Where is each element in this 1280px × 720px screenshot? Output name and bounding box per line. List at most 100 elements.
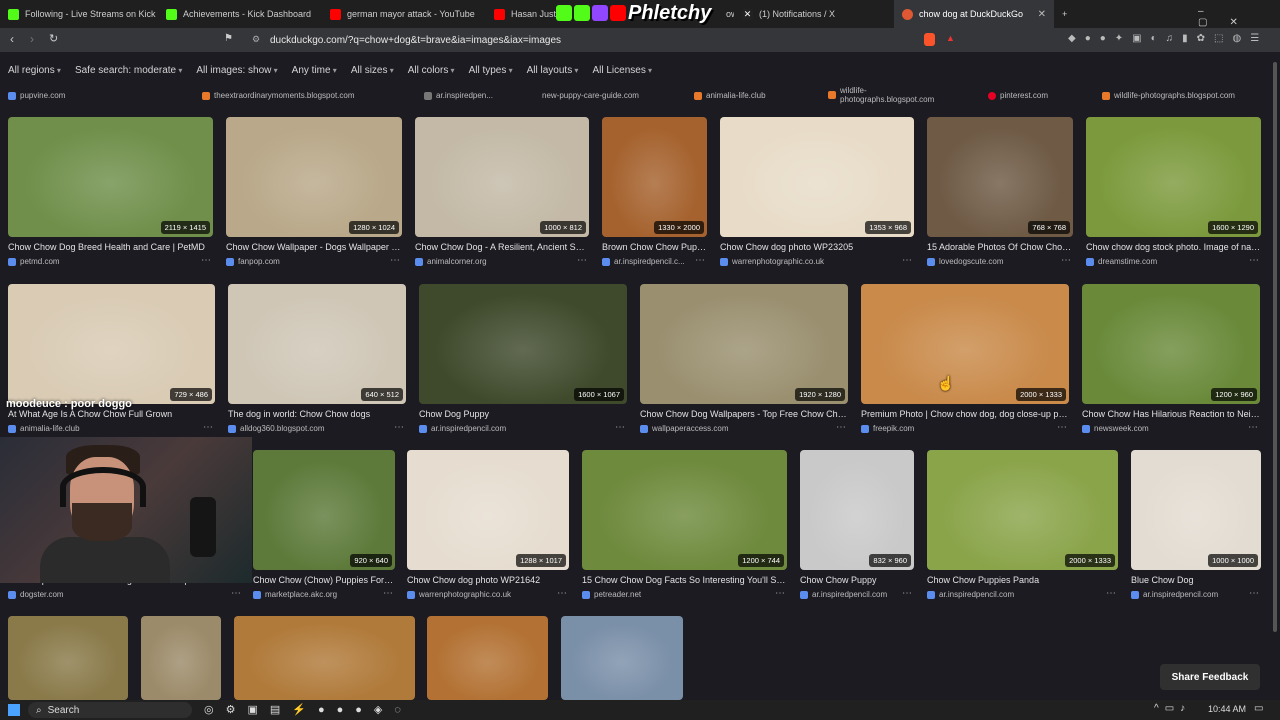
- result-thumbnail[interactable]: 832 × 960: [800, 450, 914, 570]
- more-options-icon[interactable]: ⋯: [615, 422, 625, 433]
- result-source[interactable]: alldog360.blogspot.com: [228, 424, 325, 433]
- result-source[interactable]: lovedogscute.com: [927, 257, 1003, 266]
- source-link[interactable]: theextraordinarymoments.blogspot.com: [202, 91, 355, 100]
- window-controls[interactable]: –▢✕: [1198, 6, 1280, 28]
- tab-kick-achievements[interactable]: Achievements - Kick Dashboard: [158, 0, 322, 28]
- close-tab-icon[interactable]: ✕: [1038, 9, 1046, 20]
- result-thumbnail[interactable]: 1600 × 1290: [1086, 117, 1261, 237]
- result-thumbnail[interactable]: 1330 × 2000: [602, 117, 707, 237]
- result-title[interactable]: Chow Chow Dog Wallpapers - Top Free Chow…: [640, 409, 848, 419]
- result-thumbnail[interactable]: 920 × 640: [253, 450, 395, 570]
- result-source[interactable]: dreamstime.com: [1086, 257, 1157, 266]
- source-link[interactable]: new-puppy-care-guide.com: [542, 91, 639, 100]
- site-info-icon[interactable]: ⚙: [252, 34, 260, 45]
- source-link[interactable]: pinterest.com: [988, 91, 1048, 100]
- taskbar-search[interactable]: ⌕ Search: [28, 702, 192, 718]
- result-thumbnail[interactable]: 1353 × 968: [720, 117, 914, 237]
- scrollbar-thumb[interactable]: [1273, 62, 1277, 632]
- brave-shields-icon[interactable]: [924, 33, 935, 46]
- address-bar[interactable]: ⚙ duckduckgo.com/?q=chow+dog&t=brave&ia=…: [246, 31, 966, 49]
- filter-region[interactable]: All regions: [8, 65, 61, 76]
- windows-start-icon[interactable]: [8, 704, 20, 716]
- result-title[interactable]: The dog in world: Chow Chow dogs: [228, 409, 406, 419]
- filter-images[interactable]: All images: show: [196, 65, 277, 76]
- result-title[interactable]: Brown Chow Chow Pupp...: [602, 242, 707, 252]
- result-title[interactable]: Chow Dog Puppy: [419, 409, 627, 419]
- tab-youtube-1[interactable]: german mayor attack - YouTube: [322, 0, 486, 28]
- result-thumbnail[interactable]: 1280 × 1024: [226, 117, 402, 237]
- tab-youtube-2[interactable]: Hasan Just: [486, 0, 556, 28]
- scrollbar[interactable]: [1272, 52, 1278, 692]
- result-title[interactable]: Chow chow dog stock photo. Image of nat.…: [1086, 242, 1261, 252]
- result-thumbnail[interactable]: 1200 × 744: [582, 450, 787, 570]
- result-source[interactable]: freepik.com: [861, 424, 914, 433]
- more-options-icon[interactable]: ⋯: [695, 255, 705, 266]
- more-options-icon[interactable]: ⋯: [1106, 588, 1116, 599]
- result-thumbnail[interactable]: [561, 616, 683, 700]
- result-source[interactable]: fanpop.com: [226, 257, 280, 266]
- more-options-icon[interactable]: ⋯: [1249, 255, 1259, 266]
- result-thumbnail[interactable]: 1000 × 812: [415, 117, 589, 237]
- result-thumbnail[interactable]: [427, 616, 548, 700]
- more-options-icon[interactable]: ⋯: [201, 255, 211, 266]
- system-tray[interactable]: ^▭♪: [1154, 703, 1191, 714]
- result-source[interactable]: newsweek.com: [1082, 424, 1149, 433]
- result-title[interactable]: Chow Chow dog photo WP23205: [720, 242, 914, 252]
- extensions-area[interactable]: ◆●●✦▣◐♫▮✿⬚◍☰: [1068, 33, 1268, 44]
- filter-color[interactable]: All colors: [408, 65, 455, 76]
- result-thumbnail[interactable]: 1288 × 1017: [407, 450, 569, 570]
- result-source[interactable]: ar.inspiredpencil.com: [419, 424, 506, 433]
- result-source[interactable]: dogster.com: [8, 590, 64, 599]
- result-title[interactable]: Blue Chow Dog: [1131, 575, 1261, 585]
- tab-x-notifications[interactable]: ✕ (1) Notifications / X: [734, 0, 894, 28]
- result-title[interactable]: Chow Chow Wallpaper - Dogs Wallpaper (1.…: [226, 242, 402, 252]
- result-source[interactable]: ar.inspiredpencil.c...: [602, 257, 685, 266]
- filter-safe-search[interactable]: Safe search: moderate: [75, 65, 182, 76]
- result-source[interactable]: petreader.net: [582, 590, 641, 599]
- result-title[interactable]: 15 Adorable Photos Of Chow Chow...: [927, 242, 1073, 252]
- result-thumbnail[interactable]: [234, 616, 415, 700]
- more-options-icon[interactable]: ⋯: [203, 422, 213, 433]
- more-options-icon[interactable]: ⋯: [231, 588, 241, 599]
- result-title[interactable]: Premium Photo | Chow chow dog, dog close…: [861, 409, 1069, 419]
- more-options-icon[interactable]: ⋯: [1249, 588, 1259, 599]
- brave-rewards-icon[interactable]: ▲: [946, 33, 955, 43]
- tab-duckduckgo[interactable]: chow dog at DuckDuckGo ✕: [894, 0, 1054, 28]
- back-icon[interactable]: ‹: [10, 32, 14, 46]
- filter-license[interactable]: All Licenses: [592, 65, 652, 76]
- result-title[interactable]: Chow Chow Has Hilarious Reaction to Neig…: [1082, 409, 1260, 419]
- result-source[interactable]: ar.inspiredpencil.com: [927, 590, 1014, 599]
- share-feedback-button[interactable]: Share Feedback: [1160, 664, 1260, 690]
- more-options-icon[interactable]: ⋯: [775, 588, 785, 599]
- new-tab-button[interactable]: +: [1054, 0, 1078, 28]
- more-options-icon[interactable]: ⋯: [836, 422, 846, 433]
- result-source[interactable]: ar.inspiredpencil.com: [800, 590, 887, 599]
- result-source[interactable]: marketplace.akc.org: [253, 590, 337, 599]
- result-title[interactable]: Chow Chow Dog - A Resilient, Ancient Spi…: [415, 242, 589, 252]
- forward-icon[interactable]: ›: [30, 32, 34, 46]
- source-link[interactable]: animalia-life.club: [694, 91, 766, 100]
- source-link[interactable]: wildlife-photographs.blogspot.com: [1102, 91, 1235, 100]
- result-source[interactable]: warrenphotographic.co.uk: [407, 590, 511, 599]
- result-source[interactable]: wallpaperaccess.com: [640, 424, 728, 433]
- more-options-icon[interactable]: ⋯: [390, 255, 400, 266]
- result-source[interactable]: warrenphotographic.co.uk: [720, 257, 824, 266]
- notifications-icon[interactable]: ▭: [1254, 703, 1263, 714]
- result-thumbnail[interactable]: 729 × 486: [8, 284, 215, 404]
- source-link[interactable]: pupvine.com: [8, 91, 65, 100]
- result-title[interactable]: Chow Chow Puppy: [800, 575, 914, 585]
- result-source[interactable]: ar.inspiredpencil.com: [1131, 590, 1218, 599]
- more-options-icon[interactable]: ⋯: [1057, 422, 1067, 433]
- result-title[interactable]: Chow Chow Puppies Panda: [927, 575, 1118, 585]
- more-options-icon[interactable]: ⋯: [383, 588, 393, 599]
- result-thumbnail[interactable]: 2119 × 1415: [8, 117, 213, 237]
- taskbar-apps[interactable]: ◎⚙▣▤⚡●●●◈◌: [204, 703, 413, 716]
- result-title[interactable]: Chow Chow Dog Breed Health and Care | Pe…: [8, 242, 213, 252]
- more-options-icon[interactable]: ⋯: [902, 255, 912, 266]
- result-thumbnail[interactable]: [8, 616, 128, 700]
- bookmark-icon[interactable]: ⚑: [224, 33, 233, 44]
- result-thumbnail[interactable]: 2000 × 1333: [927, 450, 1118, 570]
- more-options-icon[interactable]: ⋯: [1248, 422, 1258, 433]
- result-thumbnail[interactable]: 768 × 768: [927, 117, 1073, 237]
- result-thumbnail[interactable]: 1920 × 1280: [640, 284, 848, 404]
